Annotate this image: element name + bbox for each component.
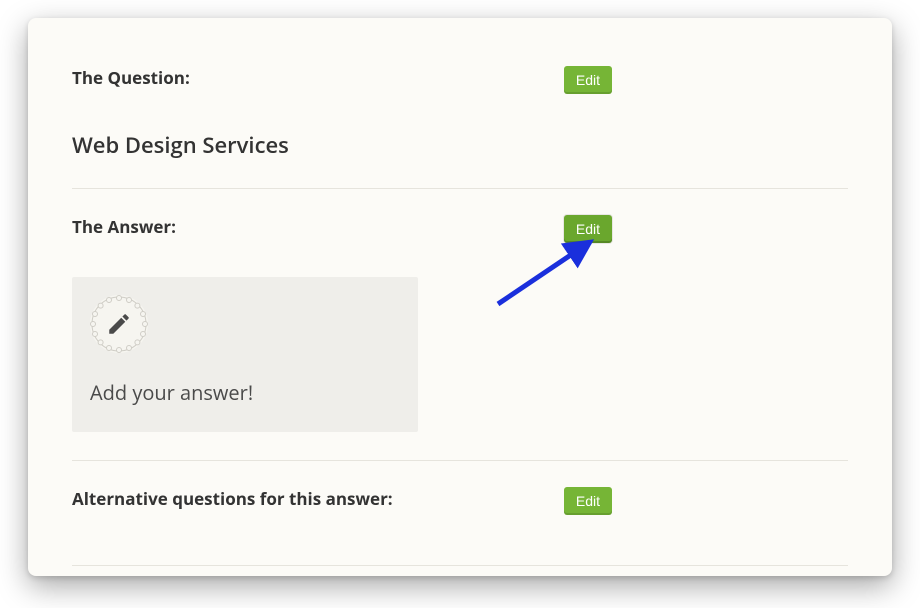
alternatives-section: Alternative questions for this answer: E… [72, 460, 848, 594]
content-card: The Question: Edit Web Design Services T… [28, 18, 892, 576]
edit-answer-button[interactable]: Edit [564, 215, 612, 243]
bottom-divider [72, 565, 848, 566]
question-section: The Question: Edit Web Design Services [72, 66, 848, 188]
question-header: The Question: Edit [72, 66, 612, 94]
question-text: Web Design Services [72, 130, 848, 160]
answer-placeholder-text: Add your answer! [90, 379, 400, 406]
pencil-badge [90, 295, 148, 353]
pencil-icon [106, 311, 132, 337]
answer-header: The Answer: Edit [72, 215, 612, 243]
edit-question-button[interactable]: Edit [564, 66, 612, 94]
edit-alternatives-button[interactable]: Edit [564, 487, 612, 515]
alternatives-header: Alternative questions for this answer: E… [72, 487, 612, 515]
question-label: The Question: [72, 66, 190, 89]
answer-section: The Answer: Edit [72, 188, 848, 460]
answer-label: The Answer: [72, 215, 176, 238]
alternatives-label: Alternative questions for this answer: [72, 487, 393, 510]
answer-placeholder-box[interactable]: Add your answer! [72, 277, 418, 432]
